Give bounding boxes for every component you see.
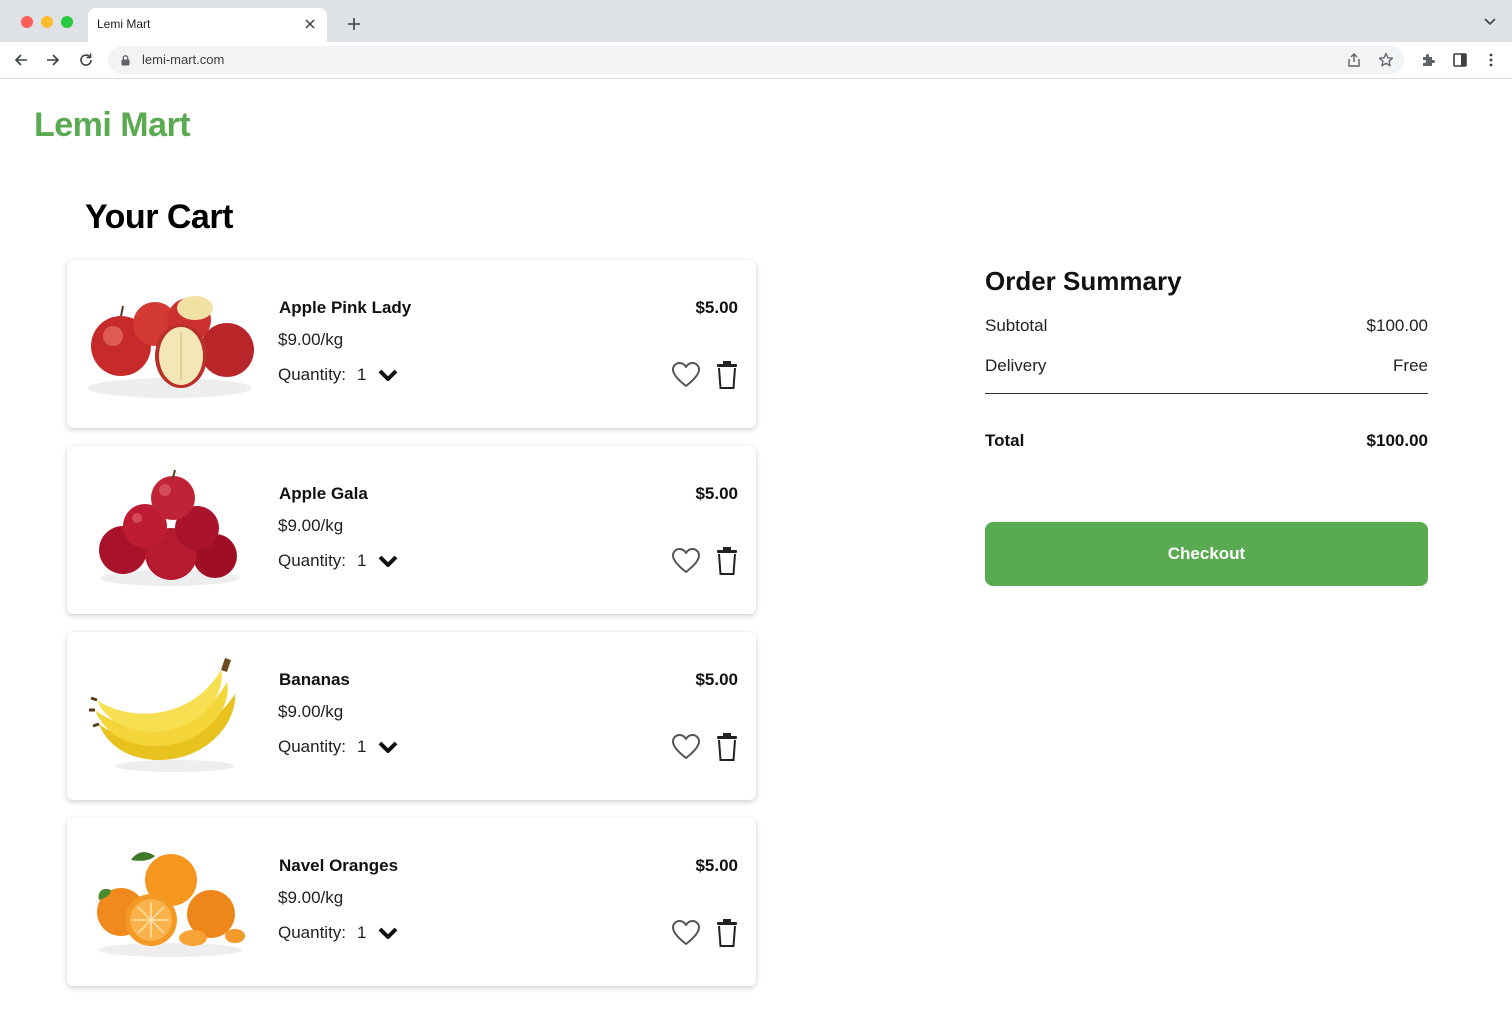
forward-arrow-icon[interactable] bbox=[45, 52, 61, 68]
delivery-label: Delivery bbox=[985, 356, 1047, 375]
quantity-selector[interactable]: Quantity: 1 bbox=[278, 551, 399, 571]
total-label: Total bbox=[985, 431, 1025, 450]
trash-icon[interactable] bbox=[715, 732, 739, 762]
heart-icon[interactable] bbox=[671, 361, 701, 389]
subtotal-value: $100.00 bbox=[1366, 316, 1428, 335]
product-name[interactable]: Apple Gala bbox=[279, 484, 368, 504]
extensions-icon[interactable] bbox=[1420, 52, 1436, 68]
checkout-button[interactable]: Checkout bbox=[985, 522, 1428, 586]
bananas-image bbox=[89, 658, 236, 772]
quantity-value: 1 bbox=[357, 737, 367, 756]
reload-icon[interactable] bbox=[78, 52, 94, 68]
quantity-label: Quantity: bbox=[278, 365, 347, 384]
maximize-window-button[interactable] bbox=[61, 16, 73, 28]
trash-icon[interactable] bbox=[715, 546, 739, 576]
red-apples-image bbox=[88, 296, 254, 398]
chevron-down-icon[interactable] bbox=[377, 554, 399, 568]
chevron-down-icon[interactable] bbox=[377, 740, 399, 754]
share-icon[interactable] bbox=[1346, 52, 1362, 68]
lock-icon bbox=[121, 55, 130, 66]
subtotal-row: Subtotal $100.00 bbox=[985, 316, 1428, 336]
gala-apples-image bbox=[99, 469, 240, 586]
minimize-window-button[interactable] bbox=[41, 16, 53, 28]
close-window-button[interactable] bbox=[21, 16, 33, 28]
cart-item-card: Apple Pink Lady $9.00/kg Quantity: 1 $5.… bbox=[67, 260, 756, 428]
heart-icon[interactable] bbox=[671, 919, 701, 947]
unit-price: $9.00/kg bbox=[278, 888, 344, 907]
browser-toolbar: lemi-mart.com bbox=[0, 42, 1512, 79]
plus-icon[interactable] bbox=[346, 16, 362, 32]
star-icon[interactable] bbox=[1378, 52, 1394, 68]
chevron-down-icon[interactable] bbox=[377, 368, 399, 382]
cart-item-card: Apple Gala $9.00/kg Quantity: 1 $5.00 bbox=[67, 446, 756, 614]
quantity-selector[interactable]: Quantity: 1 bbox=[278, 737, 399, 757]
browser-tab[interactable]: Lemi Mart bbox=[88, 8, 327, 42]
total-row: Total $100.00 bbox=[985, 431, 1428, 451]
order-summary-title: Order Summary bbox=[985, 266, 1182, 296]
page-title: Your Cart bbox=[85, 198, 233, 236]
heart-icon[interactable] bbox=[671, 547, 701, 575]
address-bar[interactable]: lemi-mart.com bbox=[108, 46, 1404, 74]
delivery-value: Free bbox=[1393, 356, 1428, 375]
oranges-image bbox=[97, 852, 245, 957]
cart-item-card: Navel Oranges $9.00/kg Quantity: 1 $5.00 bbox=[67, 818, 756, 986]
unit-price: $9.00/kg bbox=[278, 330, 344, 349]
unit-price: $9.00/kg bbox=[278, 702, 344, 721]
site-logo[interactable]: Lemi Mart bbox=[34, 106, 191, 145]
product-name[interactable]: Bananas bbox=[279, 670, 350, 690]
chevron-down-icon[interactable] bbox=[1484, 18, 1496, 26]
side-panel-icon[interactable] bbox=[1452, 52, 1468, 68]
cart-item-card: Bananas $9.00/kg Quantity: 1 $5.00 bbox=[67, 632, 756, 800]
delivery-row: Delivery Free bbox=[985, 356, 1428, 376]
more-menu-icon[interactable] bbox=[1483, 52, 1499, 68]
total-value: $100.00 bbox=[1366, 431, 1428, 450]
quantity-label: Quantity: bbox=[278, 551, 347, 570]
trash-icon[interactable] bbox=[715, 360, 739, 390]
summary-divider bbox=[985, 393, 1428, 394]
quantity-value: 1 bbox=[357, 365, 367, 384]
url-text: lemi-mart.com bbox=[142, 52, 225, 67]
close-icon[interactable] bbox=[303, 17, 317, 31]
item-price: $5.00 bbox=[695, 484, 738, 503]
quantity-selector[interactable]: Quantity: 1 bbox=[278, 365, 399, 385]
back-arrow-icon[interactable] bbox=[13, 52, 29, 68]
quantity-label: Quantity: bbox=[278, 737, 347, 756]
product-name[interactable]: Apple Pink Lady bbox=[279, 298, 411, 318]
quantity-value: 1 bbox=[357, 923, 367, 942]
trash-icon[interactable] bbox=[715, 918, 739, 948]
tab-title: Lemi Mart bbox=[97, 17, 151, 31]
unit-price: $9.00/kg bbox=[278, 516, 344, 535]
chevron-down-icon[interactable] bbox=[377, 926, 399, 940]
quantity-selector[interactable]: Quantity: 1 bbox=[278, 923, 399, 943]
item-price: $5.00 bbox=[695, 856, 738, 875]
item-price: $5.00 bbox=[695, 670, 738, 689]
item-price: $5.00 bbox=[695, 298, 738, 317]
product-name[interactable]: Navel Oranges bbox=[279, 856, 398, 876]
subtotal-label: Subtotal bbox=[985, 316, 1048, 335]
browser-tab-strip: Lemi Mart bbox=[0, 0, 1512, 42]
quantity-label: Quantity: bbox=[278, 923, 347, 942]
quantity-value: 1 bbox=[357, 551, 367, 570]
heart-icon[interactable] bbox=[671, 733, 701, 761]
